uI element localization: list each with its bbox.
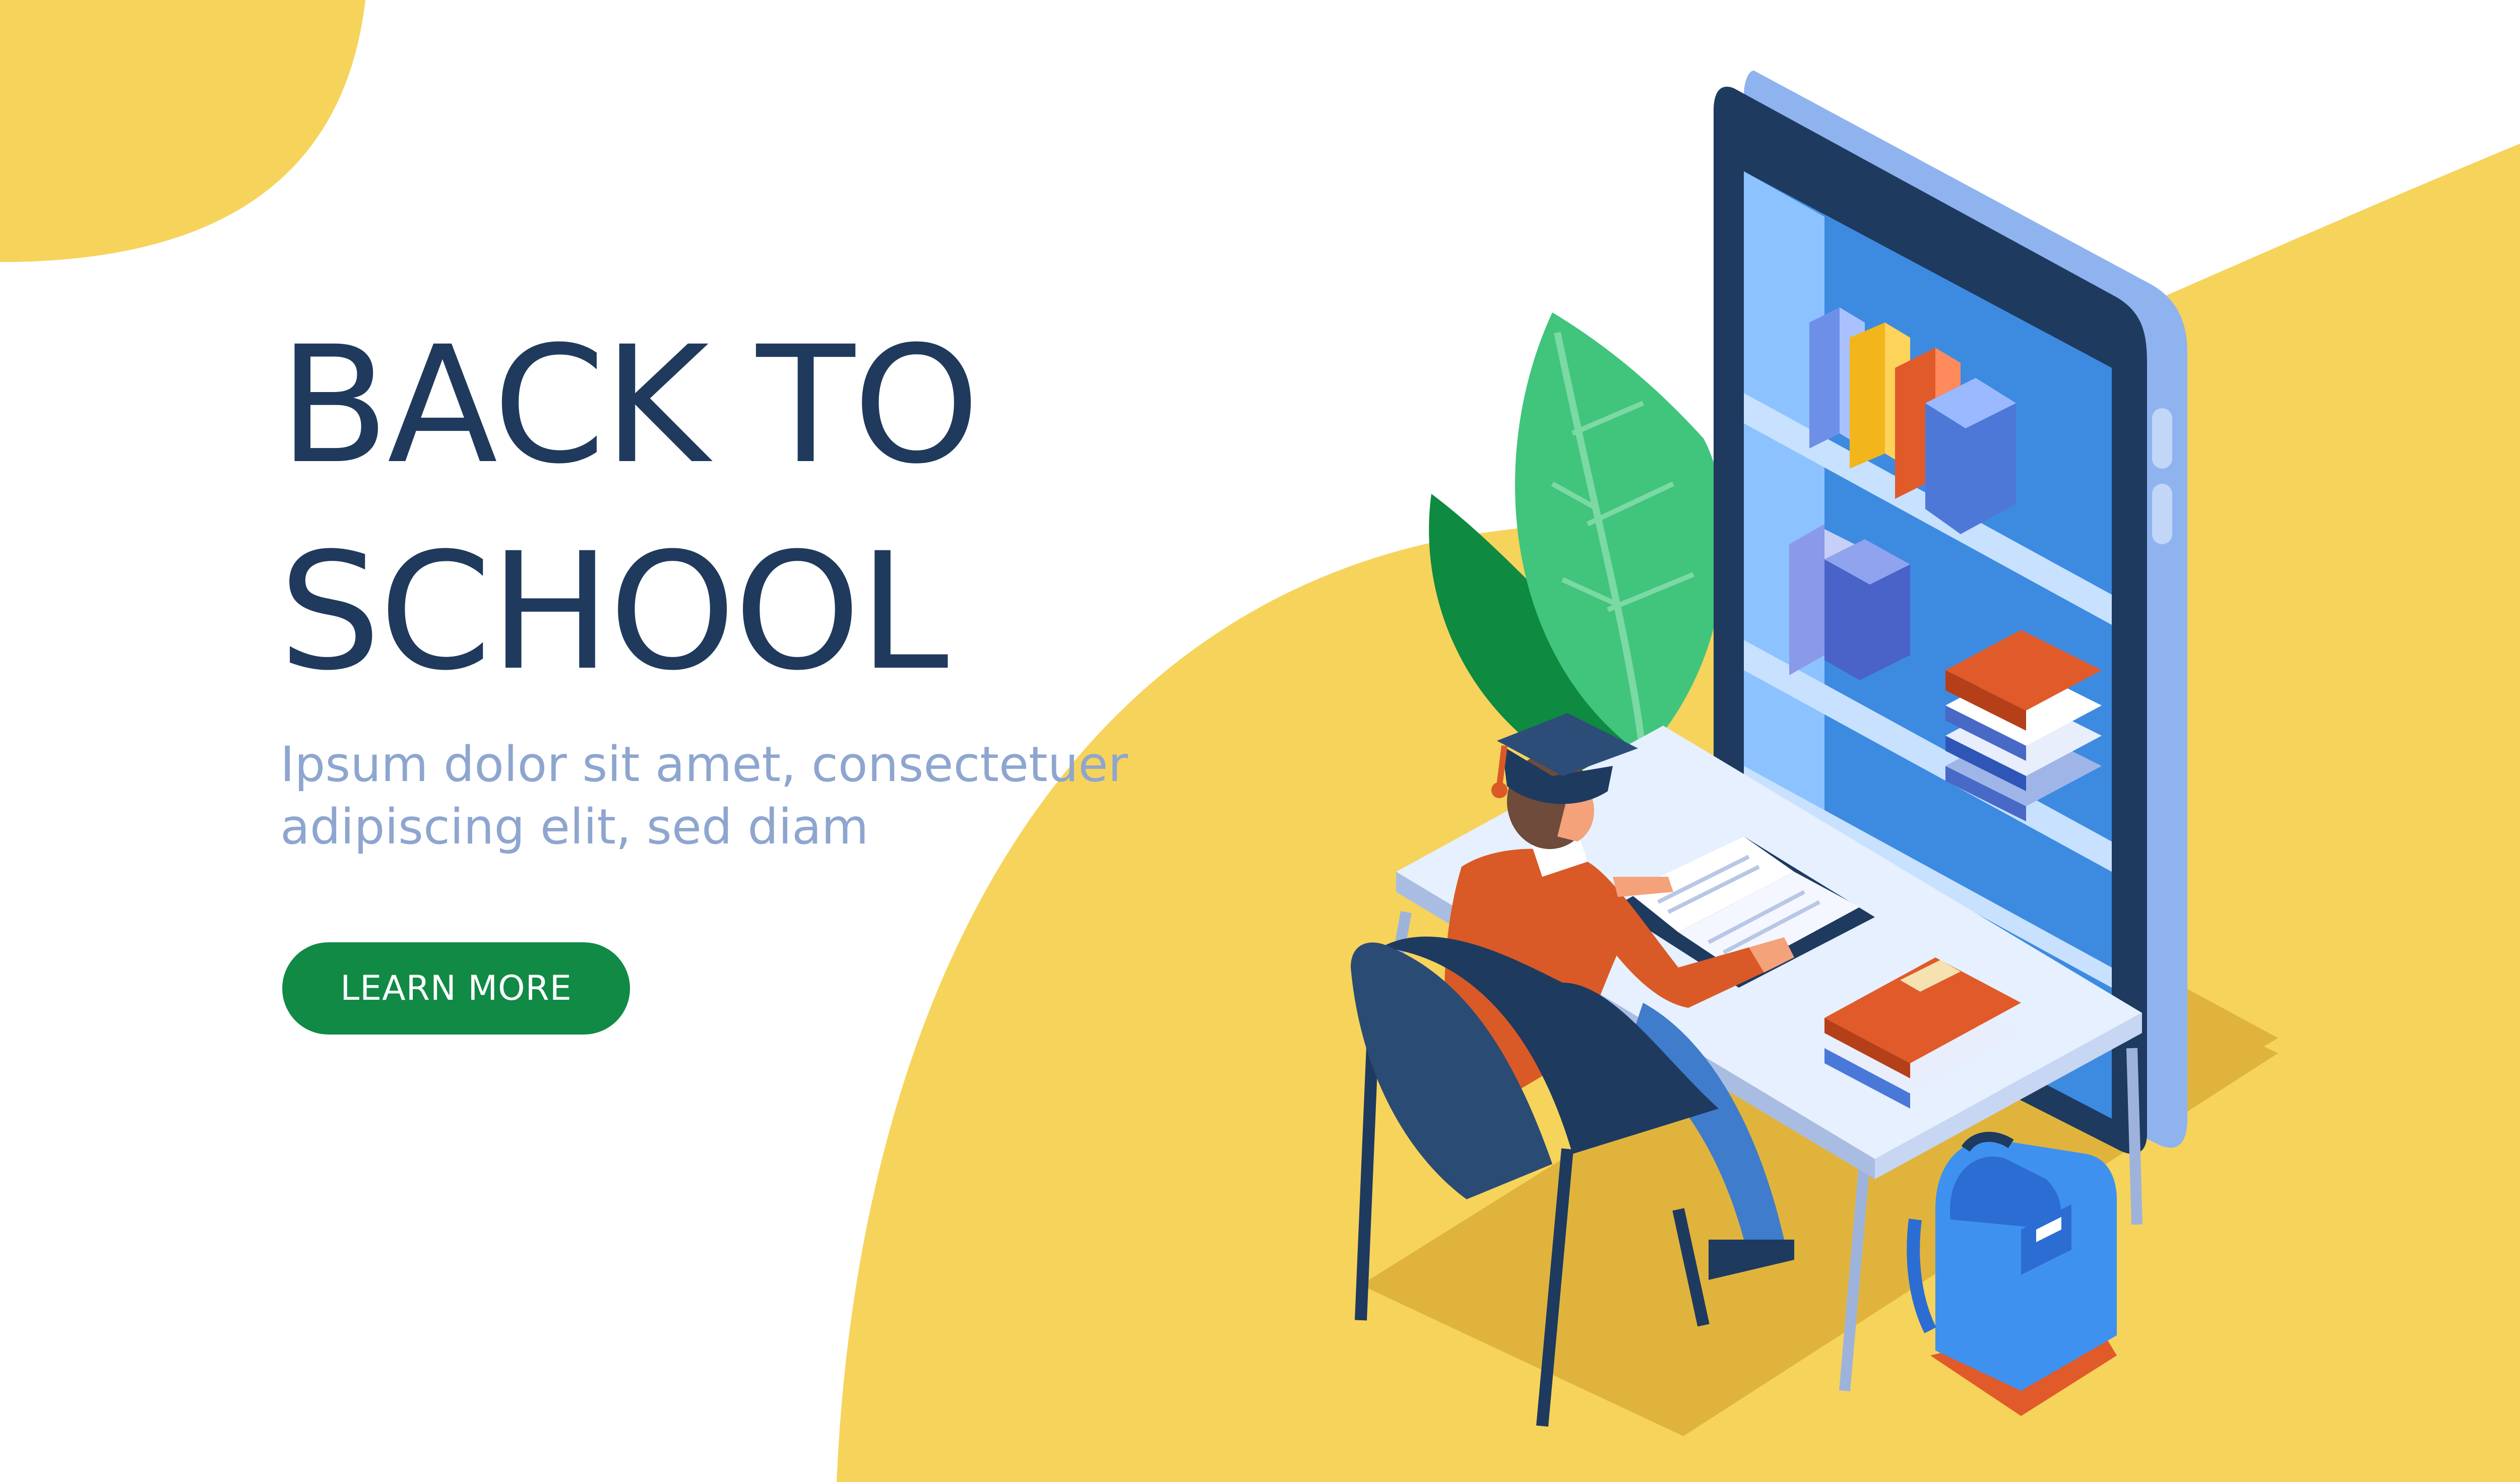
hero-banner: BACK TO SCHOOL Ipsum dolor sit amet, con… <box>0 0 2520 1482</box>
hero-subtitle: Ipsum dolor sit amet, consectetuer adipi… <box>280 733 1128 858</box>
corner-blob <box>0 0 365 262</box>
hero-subtitle-line-1: Ipsum dolor sit amet, consectetuer <box>280 736 1128 793</box>
hero-subtitle-line-2: adipiscing elit, sed diam <box>280 799 869 855</box>
learn-more-button[interactable]: LEARN MORE <box>282 942 630 1035</box>
hero-title: BACK TO SCHOOL <box>279 302 980 716</box>
hero-title-line-2: SCHOOL <box>279 519 949 706</box>
hero-title-line-1: BACK TO <box>279 312 980 499</box>
